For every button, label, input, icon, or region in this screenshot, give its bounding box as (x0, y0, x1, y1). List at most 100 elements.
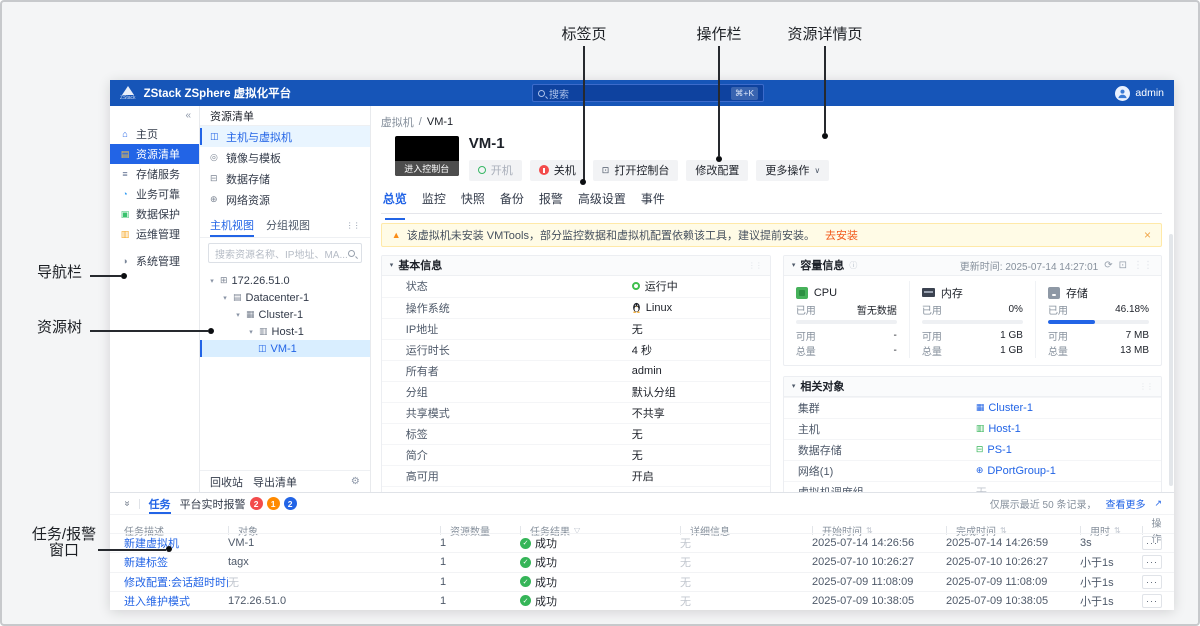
task-duration: 小于1s (1080, 593, 1142, 609)
caret-down-icon[interactable]: ▾ (234, 311, 242, 319)
open-console-button[interactable]: ⊡ 打开控制台 (593, 160, 679, 181)
task-start-time: 2025-07-09 11:08:09 (812, 576, 946, 588)
row-actions-button[interactable]: ··· (1142, 536, 1162, 550)
tree-node-vm-selected[interactable]: ◫ VM-1 (200, 340, 370, 357)
sidebar-item-ops[interactable]: ▥ 运维管理 (110, 224, 199, 244)
vertical-scrollbar[interactable] (1169, 234, 1173, 486)
related-objects-header[interactable]: ▾ 相关对象 ⋮⋮ (784, 377, 1161, 397)
caret-down-icon: ▾ (390, 261, 394, 269)
recycle-bin-link[interactable]: 回收站 (210, 474, 243, 490)
resource-panel: 资源清单 ◫ 主机与虚拟机 ◎ 镜像与模板 ⊟ 数据存储 ⊕ 网络资源 (200, 106, 371, 492)
modify-config-button[interactable]: 修改配置 (686, 160, 748, 181)
console-icon: ⊡ (602, 165, 610, 176)
tab-advanced[interactable]: 高级设置 (578, 190, 626, 213)
resource-item-images[interactable]: ◎ 镜像与模板 (200, 147, 370, 168)
field-label: 集群 (784, 400, 976, 416)
sidebar-item-business[interactable]: ◔ 业务可靠 (110, 184, 199, 204)
resource-item-label: 镜像与模板 (226, 150, 281, 166)
gear-icon[interactable]: ⚙ (351, 476, 360, 487)
power-off-button[interactable]: 关机 (530, 160, 585, 181)
task-object: 无 (228, 574, 440, 590)
image-template-icon: ◎ (210, 152, 221, 163)
tab-host-view[interactable]: 主机视图 (210, 213, 254, 237)
more-actions-button[interactable]: 更多操作 ∨ (756, 160, 829, 181)
field-value: 4 秒 (632, 342, 652, 358)
resource-item-hosts-vms[interactable]: ◫ 主机与虚拟机 (200, 126, 370, 147)
datastore-icon: ⊟ (976, 444, 984, 455)
sidebar-item-system[interactable]: ◑ 系统管理 (110, 251, 199, 271)
sidebar-item-resources[interactable]: ▤ 资源清单 (110, 144, 199, 164)
tab-tasks[interactable]: 任务 (149, 493, 171, 514)
task-desc-link[interactable]: 进入维护模式 (124, 593, 228, 609)
info-row-uuid: UUID 97d066778af24fda9e76a71d220be7bf (382, 486, 770, 493)
tree-node-datacenter[interactable]: ▾ ▤ Datacenter-1 (200, 289, 370, 306)
zstack-logo: ZStack (120, 86, 136, 101)
cpu-used: 暂无数据 (857, 302, 897, 317)
resource-item-network[interactable]: ⊕ 网络资源 (200, 189, 370, 210)
view-more-link[interactable]: 查看更多 (1105, 496, 1145, 511)
capacity-header[interactable]: ▾ 容量信息 ⓘ 更新时间: 2025-07-14 14:27:01 ⟳ ⊡ ⋮… (784, 256, 1161, 276)
app-body: « ⌂ 主页 ▤ 资源清单 ≡ 存储服务 ◔ 业务可靠 (110, 106, 1174, 492)
sidebar-item-home[interactable]: ⌂ 主页 (110, 124, 199, 144)
network-link[interactable]: ⊕DPortGroup-1 (976, 465, 1056, 477)
linux-penguin-icon (632, 302, 641, 313)
refresh-icon[interactable]: ⟳ (1104, 260, 1112, 271)
field-label: UUID (382, 491, 632, 493)
row-actions-button[interactable]: ··· (1142, 555, 1162, 569)
resource-item-datastore[interactable]: ⊟ 数据存储 (200, 168, 370, 189)
host-link[interactable]: ▥Host-1 (976, 423, 1021, 435)
global-search-input[interactable]: 搜索 ⌘+K (532, 84, 764, 102)
sidebar-item-storage[interactable]: ≡ 存储服务 (110, 164, 199, 184)
tab-snapshot[interactable]: 快照 (461, 190, 485, 213)
cluster-link[interactable]: ▦Cluster-1 (976, 402, 1033, 414)
sidebar-item-data-protect[interactable]: ▣ 数据保护 (110, 204, 199, 224)
task-desc-link[interactable]: 新建标签 (124, 554, 228, 570)
export-list-link[interactable]: 导出清单 (253, 474, 297, 490)
sidebar-item-label: 运维管理 (136, 226, 180, 242)
caret-down-icon[interactable]: ▾ (208, 277, 216, 285)
tab-backup[interactable]: 备份 (500, 190, 524, 213)
vmtools-warning-banner: ▲ 该虚拟机未安装 VMTools，部分监控数据和虚拟机配置依赖该工具，建议提前… (381, 223, 1162, 247)
install-link[interactable]: 去安装 (825, 227, 858, 243)
user-menu[interactable]: admin (1115, 86, 1164, 101)
field-label: 分组 (382, 384, 632, 400)
drag-handle-icon[interactable]: ⋮⋮ (748, 261, 762, 270)
drag-handle-icon[interactable]: ⋮⋮ (1139, 382, 1153, 391)
datastore-link[interactable]: ⊟PS-1 (976, 444, 1012, 456)
close-icon[interactable]: × (1144, 228, 1151, 242)
caret-down-icon[interactable]: ▾ (247, 328, 255, 336)
collapse-panel-icon[interactable]: « (121, 501, 132, 507)
task-desc-link[interactable]: 修改配置:会话超时时间 (124, 574, 228, 590)
row-actions-button[interactable]: ··· (1142, 594, 1162, 608)
basic-info-header[interactable]: ▾ 基本信息 ⋮⋮ (382, 256, 770, 276)
panel-options-icon[interactable]: ⋮⋮ (346, 221, 360, 230)
tree-node-cluster[interactable]: ▾ ▦ Cluster-1 (200, 306, 370, 323)
enter-console-button[interactable]: 进入控制台 (395, 161, 459, 176)
resource-panel-title: 资源清单 (200, 106, 370, 126)
sidebar-item-label: 数据保护 (136, 206, 180, 222)
tab-monitor[interactable]: 监控 (422, 190, 446, 213)
tree-search-input[interactable]: 搜索资源名称、IP地址、MA... (208, 243, 362, 263)
breadcrumb-parent[interactable]: 虚拟机 (381, 114, 414, 130)
tab-alarm[interactable]: 报警 (539, 190, 563, 213)
tree-node-host[interactable]: ▾ ▥ Host-1 (200, 323, 370, 340)
row-actions-button[interactable]: ··· (1142, 575, 1162, 589)
tab-group-view[interactable]: 分组视图 (266, 213, 310, 237)
alarm-badge-critical: 2 (250, 497, 263, 510)
fullscreen-icon[interactable]: ⊡ (1119, 260, 1127, 271)
sidebar-collapse-button[interactable]: « (110, 106, 199, 124)
sidebar-item-label: 业务可靠 (136, 186, 180, 202)
power-on-button[interactable]: 开机 (469, 160, 522, 181)
tab-events[interactable]: 事件 (641, 190, 665, 213)
tab-platform-alarms[interactable]: 平台实时报警 2 1 2 (180, 493, 297, 514)
caret-down-icon[interactable]: ▾ (221, 294, 229, 302)
tab-overview[interactable]: 总览 (383, 190, 407, 213)
vm-console-thumbnail[interactable]: 进入控制台 (395, 136, 459, 176)
host-vm-icon: ◫ (210, 131, 221, 142)
field-label: 共享模式 (382, 405, 632, 421)
field-label: 网络(1) (784, 463, 976, 479)
field-value: 无 (632, 447, 643, 463)
drag-handle-icon[interactable]: ⋮⋮ (1133, 260, 1153, 271)
tree-node-network[interactable]: ▾ ⊞ 172.26.51.0 (200, 272, 370, 289)
task-object: tagx (228, 556, 440, 568)
